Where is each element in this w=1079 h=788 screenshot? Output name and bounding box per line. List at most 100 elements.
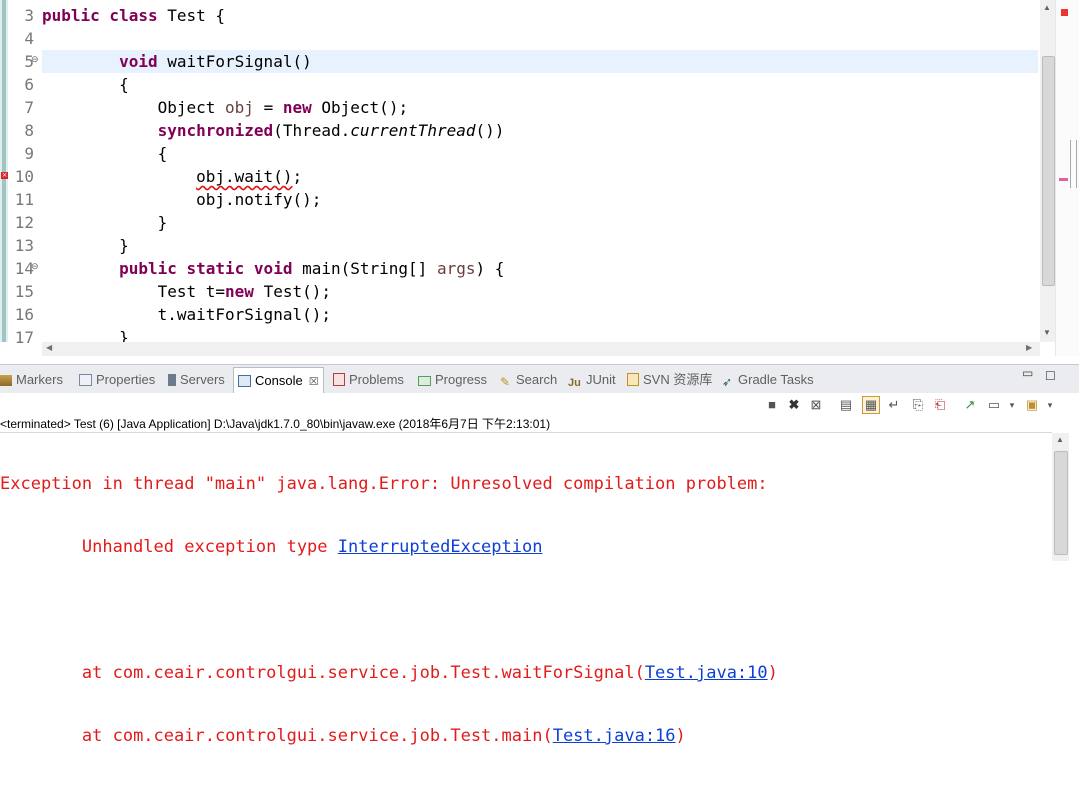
code-line[interactable]: } xyxy=(42,234,504,257)
pin-console-icon[interactable]: ↗ xyxy=(962,397,978,413)
console-line: at com.ceair.controlgui.service.job.Test… xyxy=(0,726,686,746)
code-token: ()) xyxy=(475,121,505,140)
tab-search[interactable]: ✎ Search xyxy=(500,370,557,390)
open-console-dropdown-icon[interactable]: ▾ xyxy=(1042,397,1058,413)
tab-markers[interactable]: Markers xyxy=(0,370,63,390)
svn-icon xyxy=(627,373,639,386)
search-icon: ✎ xyxy=(500,375,511,389)
console-line-empty xyxy=(0,599,1052,622)
tab-console[interactable]: Console ☒ xyxy=(233,367,324,393)
console-line: Exception in thread "main" java.lang.Err… xyxy=(0,474,778,494)
close-tab-icon[interactable]: ☒ xyxy=(309,376,319,388)
display-console-dropdown-icon[interactable]: ▾ xyxy=(1004,397,1020,413)
scroll-right-icon[interactable]: ▶ xyxy=(1026,343,1032,352)
line-number: 3 xyxy=(24,6,34,25)
console-output[interactable]: Exception in thread "main" java.lang.Err… xyxy=(0,432,1052,788)
open-console-icon[interactable]: ▣ xyxy=(1024,397,1040,413)
tab-problems[interactable]: Problems xyxy=(333,370,404,390)
servers-icon xyxy=(168,374,176,386)
code-token: t.waitForSignal(); xyxy=(42,305,331,324)
tab-servers[interactable]: Servers xyxy=(168,370,225,390)
show-on-output-icon[interactable]: ⎘ xyxy=(910,397,926,413)
code-line[interactable]: void waitForSignal() xyxy=(42,50,504,73)
code-token: public class xyxy=(42,6,158,25)
line-number: 7 xyxy=(24,98,34,117)
markers-icon xyxy=(0,375,12,386)
editor-horizontal-scrollbar[interactable]: ◀ ▶ xyxy=(42,342,1040,356)
console-icon xyxy=(238,375,251,387)
code-text[interactable]: public class Test { void waitForSignal()… xyxy=(42,4,504,349)
tab-gradle-tasks[interactable]: ➶ Gradle Tasks xyxy=(722,370,814,390)
code-line[interactable] xyxy=(42,27,504,50)
exception-link[interactable]: InterruptedException xyxy=(338,537,543,557)
code-editor[interactable]: 3 4 5 6 7 8 9 10 11 12 13 14 15 16 17 ⊖ ⊖ × public cla… xyxy=(0,0,1079,356)
overview-ruler[interactable] xyxy=(1055,0,1079,356)
remove-launch-icon[interactable]: ✖ xyxy=(786,397,802,413)
code-token: main(String[] xyxy=(292,259,437,278)
error-marker-icon[interactable]: × xyxy=(1,172,8,179)
line-number: 11 xyxy=(14,190,34,209)
scroll-up-icon[interactable]: ▲ xyxy=(1056,435,1064,444)
tab-svn-repository[interactable]: SVN 资源库 xyxy=(627,370,712,390)
editor-vertical-scrollbar[interactable]: ▲ ▼ xyxy=(1040,0,1055,342)
code-token: currentThread xyxy=(350,121,476,140)
code-line[interactable]: obj.notify(); xyxy=(42,188,504,211)
code-token: Object(); xyxy=(311,98,409,117)
console-vertical-scrollbar[interactable]: ▲ xyxy=(1052,433,1069,561)
gradle-icon: ➶ xyxy=(722,375,733,389)
word-wrap-icon[interactable]: ↵ xyxy=(886,397,902,413)
scroll-up-icon[interactable]: ▲ xyxy=(1043,3,1051,12)
terminate-icon[interactable]: ■ xyxy=(764,397,780,413)
code-line[interactable]: synchronized(Thread.currentThread()) xyxy=(42,119,505,142)
line-number: 4 xyxy=(24,29,34,48)
code-token: new xyxy=(282,98,312,117)
code-line[interactable]: Object obj = new Object(); xyxy=(42,96,504,119)
clear-console-icon[interactable]: ▤ xyxy=(838,397,854,413)
code-line[interactable]: } xyxy=(42,211,504,234)
code-token: void xyxy=(119,52,158,71)
error-overview-icon[interactable] xyxy=(1061,9,1068,16)
code-token: Object xyxy=(42,98,226,117)
tab-progress[interactable]: Progress xyxy=(418,370,487,390)
console-line: at com.ceair.controlgui.service.job.Test… xyxy=(0,663,778,683)
console-toolbar: ■ ✖ ⊠ ▤ ▦ ↵ ⎘ ⎗ ↗ ▭ ▾ ▣ ▾ xyxy=(0,393,1079,417)
code-token: = xyxy=(253,98,283,117)
scroll-left-icon[interactable]: ◀ xyxy=(46,343,52,352)
code-token: Test { xyxy=(157,6,226,25)
scrollbar-thumb[interactable] xyxy=(1042,56,1055,286)
code-line[interactable]: t.waitForSignal(); xyxy=(42,303,504,326)
remove-all-terminated-icon[interactable]: ⊠ xyxy=(808,397,824,413)
fold-collapse-icon[interactable]: ⊖ xyxy=(31,262,39,272)
annotation-overview-icon[interactable] xyxy=(1059,178,1068,181)
line-number: 16 xyxy=(14,305,34,324)
scrollbar-thumb[interactable] xyxy=(1054,451,1068,555)
line-number: 9 xyxy=(24,144,34,163)
tab-properties[interactable]: Properties xyxy=(79,370,155,390)
source-link[interactable]: Test.java:16 xyxy=(553,726,676,746)
code-line[interactable]: Test t=new Test(); xyxy=(42,280,504,303)
properties-icon xyxy=(79,374,92,386)
code-token: ) { xyxy=(475,259,505,278)
error-token: obj.wait() xyxy=(196,167,293,186)
tab-junit[interactable]: Ju JUnit xyxy=(568,370,616,390)
fold-collapse-icon[interactable]: ⊖ xyxy=(31,55,39,65)
code-line[interactable]: { xyxy=(42,142,504,165)
code-line[interactable]: { xyxy=(42,73,504,96)
line-number: 12 xyxy=(14,213,34,232)
code-line[interactable]: public static void main(String[] args) { xyxy=(42,257,504,280)
display-console-icon[interactable]: ▭ xyxy=(986,397,1002,413)
code-line[interactable]: public class Test { xyxy=(42,4,504,27)
code-token: new xyxy=(225,282,254,301)
splitter-grip-icon[interactable] xyxy=(1070,140,1077,188)
source-link[interactable]: Test.java:10 xyxy=(645,663,768,683)
scroll-lock-icon[interactable]: ▦ xyxy=(862,396,880,414)
progress-icon xyxy=(418,376,431,386)
show-on-error-icon[interactable]: ⎗ xyxy=(932,397,948,413)
line-number: 6 xyxy=(24,75,34,94)
scroll-down-icon[interactable]: ▼ xyxy=(1043,328,1051,337)
code-line[interactable]: obj.wait(); xyxy=(42,165,504,188)
minimize-icon[interactable]: ▭ xyxy=(1022,366,1033,380)
maximize-icon[interactable]: ☐ xyxy=(1045,369,1056,383)
